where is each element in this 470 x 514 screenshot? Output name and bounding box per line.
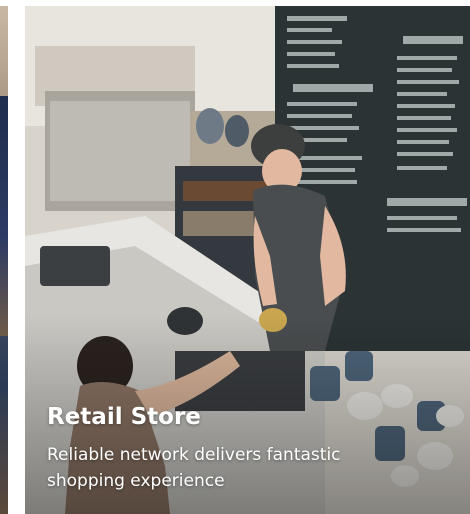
previous-slide-peek[interactable]	[0, 6, 8, 514]
previous-slide-photo	[0, 96, 8, 336]
slide-title: Retail Store	[47, 404, 201, 430]
image-carousel: Retail Store Reliable network delivers f…	[0, 0, 470, 514]
retail-store-slide[interactable]: Retail Store Reliable network delivers f…	[25, 6, 470, 514]
slide-caption: Retail Store Reliable network delivers f…	[47, 402, 447, 494]
slide-description: Reliable network delivers fantastic shop…	[47, 445, 341, 491]
